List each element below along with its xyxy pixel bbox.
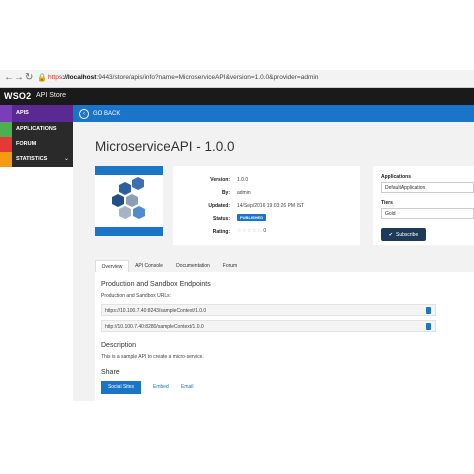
api-info-card: Version: 1.0.0 By: admin Updated: 14/Sep… <box>173 166 360 245</box>
back-arrow-icon[interactable]: ← <box>4 72 14 84</box>
rating-value: ☆☆☆☆☆ 0 <box>237 228 266 234</box>
sidebar-item-label: APIS <box>16 110 29 116</box>
back-circle-icon: ‹ <box>79 109 89 119</box>
main-content: MicroserviceAPI - 1.0.0 Version: 1.0.0 B… <box>73 122 474 401</box>
share-heading: Share <box>101 369 120 376</box>
chevron-down-icon: ⌄ <box>63 156 69 162</box>
subscribe-label: Subscribe <box>395 231 419 238</box>
updated-value: 14/Sep/2016 19:03:26 PM IST <box>237 203 305 209</box>
top-action-bar: ‹ GO BACK <box>73 105 474 122</box>
endpoint-url: http://10.100.7.40:8280/sampleContext/1.… <box>105 324 204 330</box>
wso2-logo[interactable]: WSO2 <box>4 91 31 101</box>
sidebar-item-applications[interactable]: APPLICATIONS <box>0 122 73 137</box>
version-label: Version: <box>210 177 230 183</box>
status-label: Status: <box>213 216 230 222</box>
overview-panel: Production and Sandbox Endpoints Product… <box>95 272 474 401</box>
app-header: WSO2 API Store <box>0 88 474 105</box>
status-value-wrap: PUBLISHED <box>237 214 267 221</box>
updated-label: Updated: <box>208 203 230 209</box>
sidebar-item-apis[interactable]: APIS <box>0 105 73 122</box>
application-select[interactable]: DefaultApplication <box>381 182 474 193</box>
share-embed-link[interactable]: Embed <box>153 381 169 394</box>
endpoint-url: https://10.100.7.40:8243/sampleContext/1… <box>105 308 207 314</box>
sidebar: APIS APPLICATIONS FORUM STATISTICS ⌄ <box>0 105 73 401</box>
copy-icon[interactable] <box>426 307 431 314</box>
grid-icon <box>0 122 12 137</box>
endpoints-heading: Production and Sandbox Endpoints <box>101 281 211 288</box>
forward-arrow-icon[interactable]: → <box>14 72 24 84</box>
author-label: By: <box>221 190 230 196</box>
share-social-button[interactable]: Social Sites <box>101 381 141 394</box>
browser-toolbar: ← → ↻ 🔒 https://localhost:9443/store/api… <box>0 70 474 88</box>
endpoint-row: https://10.100.7.40:8243/sampleContext/1… <box>101 304 436 316</box>
hexagon-logo-icon <box>112 177 145 219</box>
author-value: admin <box>237 190 251 196</box>
tab-api-console[interactable]: API Console <box>129 260 169 272</box>
version-value: 1.0.0 <box>237 177 249 183</box>
tier-select[interactable]: Gold <box>381 208 474 219</box>
url-scheme: https <box>48 74 63 81</box>
sidebar-item-label: STATISTICS <box>16 156 48 162</box>
subscribe-button[interactable]: ✔ Subscribe <box>381 228 426 241</box>
sidebar-item-label: FORUM <box>16 141 37 147</box>
rating-label: Rating: <box>212 229 230 235</box>
tiers-label: Tiers <box>381 200 393 206</box>
url-path: :9443/store/apis/info?name=MicroserviceA… <box>96 74 319 81</box>
sidebar-item-forum[interactable]: FORUM <box>0 137 73 152</box>
lock-icon: 🔒 <box>37 73 47 82</box>
status-badge: PUBLISHED <box>237 214 267 221</box>
rating-stars[interactable]: ☆☆☆☆☆ <box>237 228 262 234</box>
api-thumbnail <box>95 166 163 236</box>
reload-icon[interactable]: ↻ <box>25 72 33 84</box>
address-bar[interactable]: https://localhost:9443/store/apis/info?n… <box>48 72 318 84</box>
chart-icon <box>0 152 12 167</box>
sidebar-item-statistics[interactable]: STATISTICS ⌄ <box>0 152 73 167</box>
url-host: ://localhost <box>62 74 97 81</box>
go-back-label: GO BACK <box>93 111 121 117</box>
go-back-button[interactable]: ‹ GO BACK <box>79 109 120 119</box>
tab-forum[interactable]: Forum <box>217 260 243 272</box>
check-icon: ✔ <box>388 231 393 238</box>
share-email-link[interactable]: Email <box>181 381 194 394</box>
rating-count: 0 <box>263 228 267 234</box>
store-name: API Store <box>36 92 66 99</box>
subscription-card: Applications DefaultApplication Tiers Go… <box>373 166 474 245</box>
description-heading: Description <box>101 342 137 349</box>
gear-icon <box>0 105 12 122</box>
sidebar-item-label: APPLICATIONS <box>16 126 57 132</box>
copy-icon[interactable] <box>426 323 431 330</box>
applications-label: Applications <box>381 174 412 180</box>
tab-documentation[interactable]: Documentation <box>171 260 215 272</box>
page-title: MicroserviceAPI - 1.0.0 <box>95 139 235 154</box>
chat-icon <box>0 137 12 152</box>
endpoints-subheading: Production and Sandbox URLs: <box>101 293 172 299</box>
description-text: This is a sample API to create a micro-s… <box>101 354 204 360</box>
endpoint-row: http://10.100.7.40:8280/sampleContext/1.… <box>101 320 436 332</box>
